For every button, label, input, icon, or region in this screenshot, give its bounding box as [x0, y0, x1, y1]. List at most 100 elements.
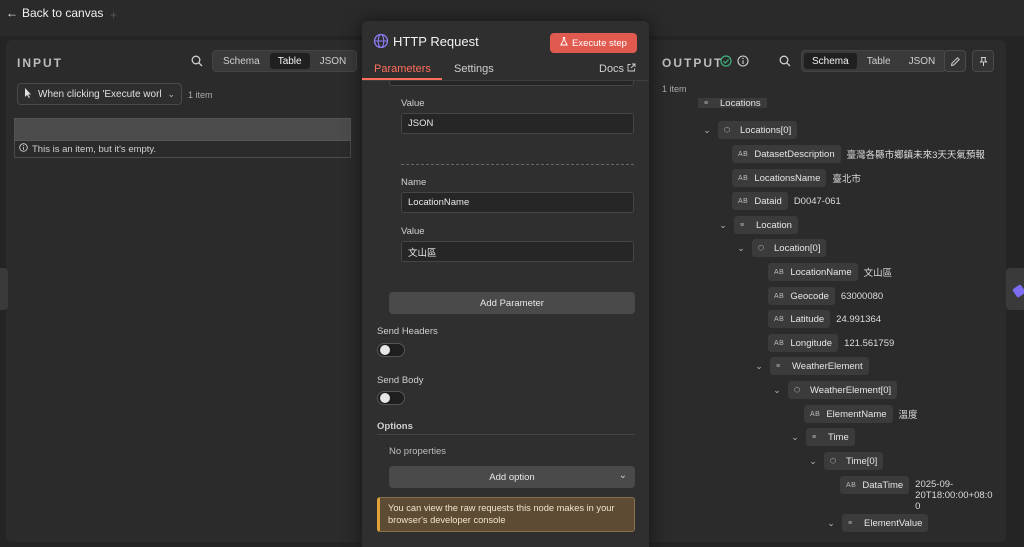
- tree-node-location-name: AB LocationName 文山區: [768, 263, 892, 281]
- name-label: Name: [401, 177, 427, 188]
- tree-key: ElementName: [826, 408, 887, 420]
- docs-link[interactable]: Docs: [599, 63, 636, 75]
- string-type-icon: AB: [738, 197, 749, 205]
- tree-key-pill: AB Latitude: [768, 310, 831, 328]
- add-parameter-button[interactable]: Add Parameter: [389, 292, 635, 314]
- execute-step-button[interactable]: Execute step: [550, 33, 637, 53]
- tree-node-geocode: AB Geocode 63000080: [768, 287, 883, 305]
- tree-key: LocationName: [790, 266, 852, 278]
- output-search-icon[interactable]: [774, 50, 796, 72]
- node-details-panel: HTTP Request Execute step Parameters Set…: [362, 21, 649, 547]
- send-body-label: Send Body: [377, 375, 424, 386]
- string-type-icon: AB: [774, 315, 785, 323]
- chevron-down-icon[interactable]: ⌄: [826, 518, 836, 529]
- input-search-icon[interactable]: [186, 50, 208, 72]
- object-type-icon: ⬡: [724, 127, 731, 134]
- pin-output-button[interactable]: [972, 50, 994, 72]
- tree-key-pill: AB Geocode: [768, 287, 835, 305]
- tree-value: 2025-09- 20T18:00:00+08:0 0: [915, 476, 992, 512]
- output-panel: OUTPUT Schema Table JSON 1 item ≡ Locati…: [648, 40, 1006, 542]
- tree-node-time-0: ⌄ ⬡ Time[0]: [808, 452, 884, 470]
- edit-output-button[interactable]: [944, 50, 966, 72]
- tree-key: ElementValue: [864, 517, 923, 529]
- input-view-json[interactable]: JSON: [312, 53, 355, 69]
- tab-settings[interactable]: Settings: [454, 63, 494, 75]
- chevron-down-icon[interactable]: ⌄: [772, 385, 782, 396]
- tree-key: LocationsName: [754, 172, 821, 184]
- tree-value: 24.991364: [836, 313, 882, 325]
- arrow-left-icon: ←: [6, 6, 18, 20]
- add-option-button[interactable]: Add option ⌄: [389, 466, 635, 488]
- output-view-json[interactable]: JSON: [901, 53, 944, 69]
- chevron-down-icon[interactable]: ⌄: [808, 456, 818, 467]
- input-view-table[interactable]: Table: [269, 53, 310, 69]
- tree-key-pill: ≡ ElementValue: [842, 514, 929, 532]
- send-body-toggle[interactable]: [377, 391, 405, 405]
- parameter-divider: [401, 164, 634, 165]
- chevron-down-icon[interactable]: ⌄: [702, 125, 712, 136]
- chevron-down-icon[interactable]: ⌄: [718, 220, 728, 231]
- tree-node-longitude: AB Longitude 121.561759: [768, 334, 894, 352]
- right-drag-handle[interactable]: [1006, 268, 1024, 310]
- tree-value-line: 0: [915, 501, 921, 512]
- info-icon[interactable]: [737, 55, 749, 70]
- tree-key: Location[0]: [774, 242, 821, 254]
- success-check-icon: [720, 55, 732, 70]
- tree-node-dataid: AB Dataid D0047-061: [732, 192, 841, 210]
- chevron-down-icon[interactable]: ⌄: [790, 432, 800, 443]
- tree-node-element-name: AB ElementName 溫度: [804, 405, 918, 423]
- tree-node-locations: ≡ Locations: [698, 98, 767, 108]
- left-drag-handle[interactable]: [0, 268, 8, 310]
- list-type-icon: ≡: [776, 362, 781, 370]
- output-view-table[interactable]: Table: [859, 53, 899, 69]
- input-table-row: This is an item, but it's empty.: [14, 141, 351, 158]
- string-type-icon: AB: [774, 292, 785, 300]
- string-type-icon: AB: [774, 339, 785, 347]
- chevron-down-icon[interactable]: ⌄: [754, 361, 764, 372]
- node-header: HTTP Request Execute step Parameters Set…: [362, 21, 649, 81]
- tree-key-pill: AB DataTime: [840, 476, 910, 494]
- tree-node-datatime: AB DataTime 2025-09- 20T18:00:00+08:0 0: [840, 476, 993, 512]
- tree-key: Dataid: [754, 195, 782, 207]
- tree-key: DatasetDescription: [754, 148, 835, 160]
- value-label: Value: [401, 226, 425, 237]
- value-label: Value: [401, 98, 425, 109]
- string-type-icon: AB: [774, 268, 785, 276]
- tree-key: Longitude: [790, 337, 833, 349]
- tree-key-pill: AB LocationsName: [732, 169, 827, 187]
- output-view-schema[interactable]: Schema: [804, 53, 857, 69]
- tree-key: Locations: [720, 98, 761, 108]
- value-input[interactable]: 文山區: [401, 241, 634, 262]
- send-headers-toggle[interactable]: [377, 343, 405, 357]
- input-title: INPUT: [17, 56, 63, 70]
- info-icon: [19, 143, 28, 155]
- input-table: This is an item, but it's empty.: [14, 118, 351, 158]
- active-tab-indicator: [362, 78, 442, 80]
- name-input[interactable]: LocationName: [401, 192, 634, 213]
- tree-key: WeatherElement[0]: [810, 384, 892, 396]
- input-item-count: 1 item: [188, 90, 213, 100]
- tree-key-pill: ≡ Time: [806, 428, 855, 446]
- developer-console-notice: You can view the raw requests this node …: [377, 497, 635, 532]
- value-input[interactable]: JSON: [401, 113, 634, 134]
- tree-key-pill: ⬡ Time[0]: [824, 452, 884, 470]
- no-properties-label: No properties: [389, 446, 447, 457]
- back-to-canvas-link[interactable]: ← Back to canvas: [6, 5, 103, 21]
- pencil-icon: [1012, 284, 1024, 298]
- tree-key: WeatherElement: [792, 360, 863, 372]
- output-view-toggle: Schema Table JSON: [801, 50, 947, 72]
- input-view-schema[interactable]: Schema: [215, 53, 268, 69]
- tree-key-pill: AB LocationName: [768, 263, 858, 281]
- tree-node-dataset-description: AB DatasetDescription 臺灣各縣市鄉鎮未來3天天氣預報: [732, 145, 985, 163]
- tree-node-location: ⌄ ≡ Location: [718, 216, 798, 234]
- tree-key-pill: AB DatasetDescription: [732, 145, 841, 163]
- execute-step-label: Execute step: [572, 37, 627, 49]
- input-node-select[interactable]: When clicking 'Execute workfl ⌄: [17, 83, 182, 105]
- tree-key: Latitude: [790, 313, 825, 325]
- tab-parameters[interactable]: Parameters: [374, 63, 431, 75]
- globe-icon: [373, 33, 389, 49]
- tree-value: 文山區: [863, 268, 893, 279]
- node-title[interactable]: HTTP Request: [393, 34, 479, 49]
- object-type-icon: ⬡: [830, 458, 837, 465]
- chevron-down-icon[interactable]: ⌄: [736, 243, 746, 254]
